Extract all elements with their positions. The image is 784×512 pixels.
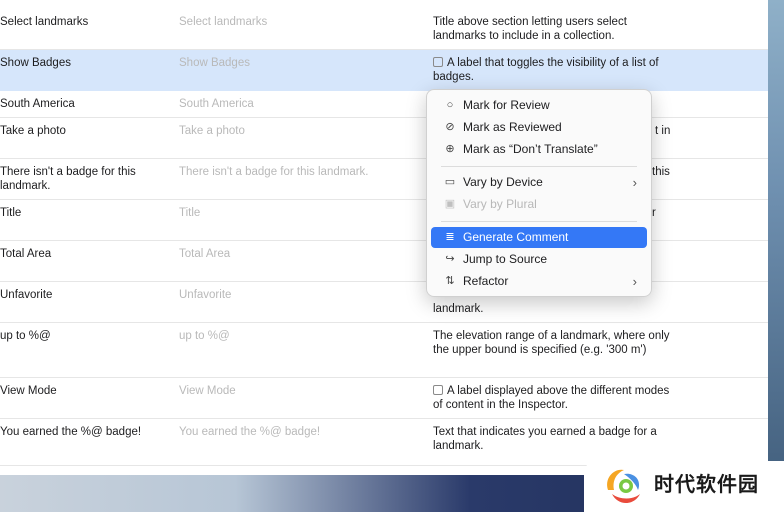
generated-comment-icon: [433, 385, 443, 395]
row-key: There isn't a badge for this landmark.: [0, 166, 136, 192]
table-row[interactable]: Total Area Total Area: [0, 241, 768, 282]
table-row[interactable]: Unfavorite Unfavorite landmark.: [0, 282, 768, 323]
row-value[interactable]: up to %@: [179, 329, 399, 343]
row-key: Unfavorite: [0, 289, 53, 301]
context-menu: ○ Mark for Review ⊘ Mark as Reviewed ⊕ M…: [426, 89, 652, 297]
row-key: Select landmarks: [0, 16, 89, 28]
menu-item-label: Mark as “Don’t Translate”: [463, 142, 598, 156]
watermark: 时代软件园: [584, 461, 784, 512]
chevron-right-icon: ›: [632, 274, 637, 289]
row-value[interactable]: Select landmarks: [179, 15, 399, 29]
row-value[interactable]: You earned the %@ badge!: [179, 425, 399, 439]
chevron-right-icon: ›: [632, 175, 637, 190]
row-value[interactable]: Total Area: [179, 247, 399, 261]
row-comment-cell[interactable]: A label displayed above the different mo…: [433, 384, 678, 412]
table-row[interactable]: up to %@ up to %@ The elevation range of…: [0, 323, 768, 378]
row-value[interactable]: Unfavorite: [179, 288, 399, 302]
menu-item-refactor[interactable]: ⇅ Refactor ›: [431, 271, 647, 292]
devices-icon: ▭: [444, 176, 456, 188]
row-key: South America: [0, 98, 75, 110]
row-key: Total Area: [0, 248, 52, 260]
menu-item-label: Vary by Plural: [463, 197, 537, 211]
generated-comment-icon: [433, 57, 443, 67]
row-comment: A label that toggles the visibility of a…: [433, 57, 659, 83]
table-row-selected[interactable]: Show Badges Show Badges A label that tog…: [0, 50, 768, 91]
menu-item-jump-to-source[interactable]: ↪ Jump to Source: [431, 249, 647, 270]
menu-item-generate-comment[interactable]: ≣ Generate Comment: [431, 227, 647, 248]
row-key: up to %@: [0, 330, 51, 342]
menu-item-vary-by-device[interactable]: ▭ Vary by Device ›: [431, 172, 647, 193]
menu-item-label: Vary by Device: [463, 175, 543, 189]
row-value[interactable]: Take a photo: [179, 124, 399, 138]
row-comment[interactable]: Title above section letting users select…: [433, 15, 678, 43]
row-value[interactable]: Show Badges: [179, 56, 399, 70]
row-comment[interactable]: The elevation range of a landmark, where…: [433, 329, 678, 357]
check-circle-icon: ⊘: [445, 121, 455, 133]
refactor-icon: ⇅: [445, 275, 455, 287]
table-row[interactable]: South America South America: [0, 91, 768, 118]
row-comment[interactable]: t in: [655, 124, 695, 138]
row-key: Title: [0, 207, 22, 219]
table-row[interactable]: There isn't a badge for this landmark. T…: [0, 159, 768, 200]
row-key: Take a photo: [0, 125, 66, 137]
menu-separator: [441, 221, 637, 222]
menu-item-label: Mark for Review: [463, 98, 550, 112]
comment-icon: ≣: [445, 231, 455, 243]
row-key: Show Badges: [0, 57, 71, 69]
plural-icon: ▣: [444, 198, 456, 210]
menu-item-vary-by-plural: ▣ Vary by Plural: [431, 194, 647, 215]
table-row[interactable]: You earned the %@ badge! You earned the …: [0, 419, 768, 466]
watermark-logo-icon: [607, 469, 640, 503]
watermark-text: 时代软件园: [654, 474, 759, 496]
row-value[interactable]: South America: [179, 97, 399, 111]
table-row[interactable]: Select landmarks Select landmarks Title …: [0, 0, 768, 50]
table-row[interactable]: Take a photo Take a photo t in: [0, 118, 768, 159]
row-value[interactable]: Title: [179, 206, 399, 220]
row-key: View Mode: [0, 385, 57, 397]
menu-item-label: Refactor: [463, 274, 509, 288]
row-comment-cell[interactable]: A label that toggles the visibility of a…: [433, 56, 678, 84]
arrow-turn-icon: ↪: [445, 253, 455, 265]
row-value[interactable]: There isn't a badge for this landmark.: [179, 165, 399, 179]
row-comment[interactable]: Text that indicates you earned a badge f…: [433, 425, 678, 453]
menu-item-mark-for-review[interactable]: ○ Mark for Review: [431, 95, 647, 116]
menu-item-mark-as-reviewed[interactable]: ⊘ Mark as Reviewed: [431, 117, 647, 138]
desktop-background: [768, 0, 784, 475]
menu-item-label: Jump to Source: [463, 252, 548, 266]
menu-separator: [441, 166, 637, 167]
row-comment: A label displayed above the different mo…: [433, 385, 670, 411]
row-comment[interactable]: this: [652, 165, 692, 179]
string-catalog-window: Select landmarks Select landmarks Title …: [0, 0, 768, 475]
row-value[interactable]: View Mode: [179, 384, 399, 398]
menu-item-label: Generate Comment: [463, 230, 569, 244]
menu-item-label: Mark as Reviewed: [463, 120, 562, 134]
table-row[interactable]: Title Title r: [0, 200, 768, 241]
circle-icon: ○: [446, 99, 454, 111]
row-comment[interactable]: r: [652, 206, 672, 220]
globe-slash-icon: ⊕: [445, 143, 455, 155]
row-comment[interactable]: landmark.: [433, 302, 678, 316]
table-row[interactable]: View Mode View Mode A label displayed ab…: [0, 378, 768, 419]
row-key: You earned the %@ badge!: [0, 426, 142, 438]
menu-item-mark-dont-translate[interactable]: ⊕ Mark as “Don’t Translate”: [431, 139, 647, 160]
